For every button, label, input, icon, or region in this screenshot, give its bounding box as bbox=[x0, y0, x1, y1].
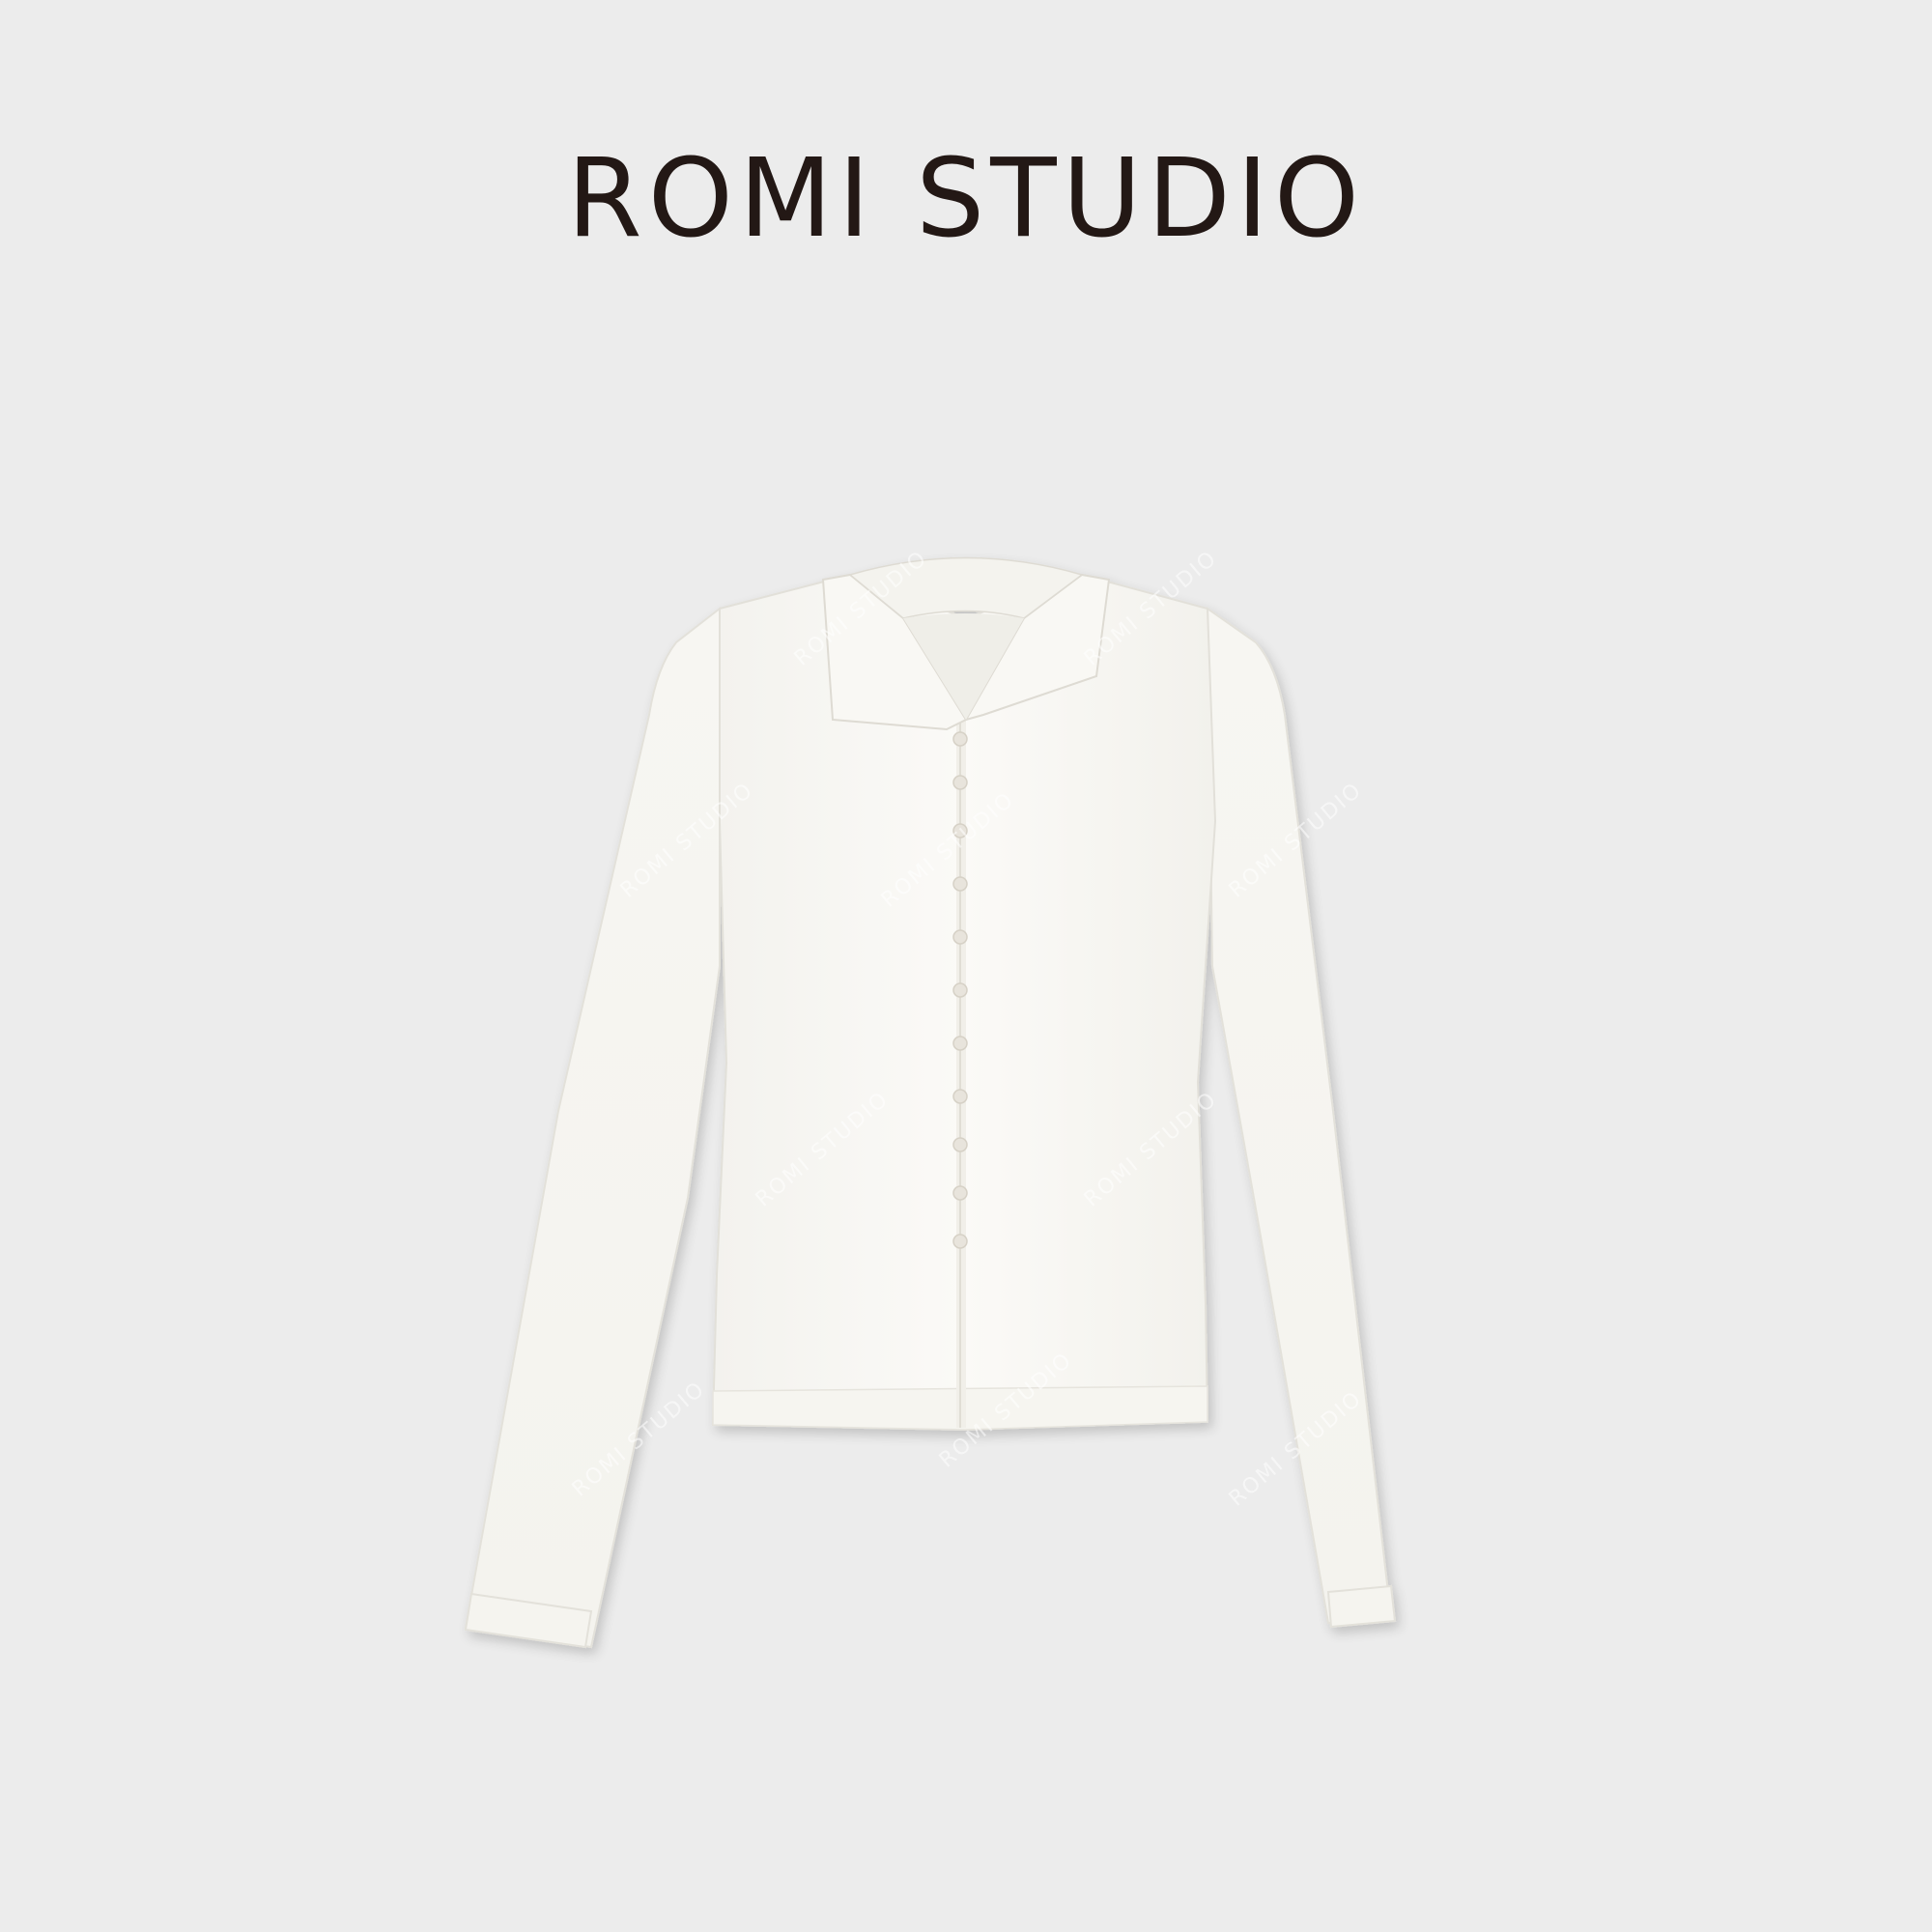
right-sleeve bbox=[1206, 607, 1393, 1625]
right-cuff bbox=[1326, 1584, 1397, 1629]
product-photo: ROMI STUDIO ROMI STUDIO ROMI STUDIO ROMI… bbox=[464, 546, 1397, 1649]
product-canvas: ROMI STUDIO ROMI STUDIO ROMI STUDIO ROMI… bbox=[0, 0, 1932, 1932]
